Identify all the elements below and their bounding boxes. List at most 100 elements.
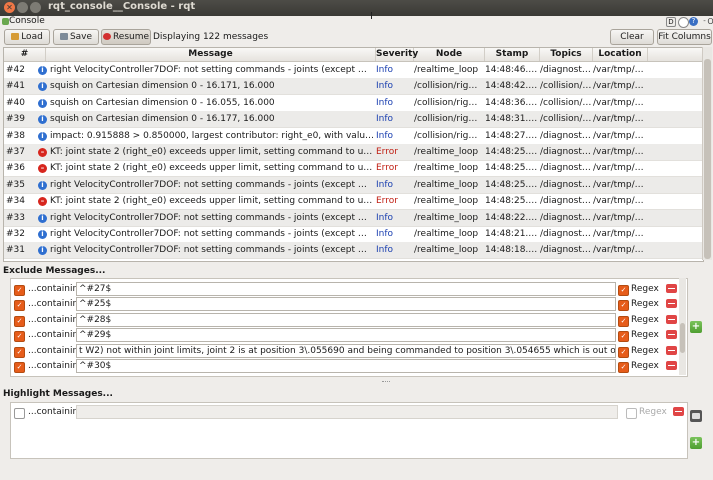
- column-header-node[interactable]: Node: [414, 48, 485, 61]
- dock-icon[interactable]: D: [666, 17, 676, 27]
- add-exclude-filter-icon[interactable]: +: [690, 321, 702, 333]
- remove-exclude-filter-icon[interactable]: [666, 284, 677, 293]
- column-header-stamp[interactable]: Stamp: [485, 48, 540, 61]
- row-number: #37: [6, 147, 25, 157]
- exclude-regex-checkbox[interactable]: ✓: [618, 346, 629, 358]
- close-plugin-icon[interactable]: O: [706, 17, 713, 26]
- highlight-regex-checkbox[interactable]: [626, 408, 637, 419]
- table-row[interactable]: #32 i right VelocityController7DOF: not se…: [4, 226, 703, 243]
- column-header-topics[interactable]: Topics: [540, 48, 593, 61]
- exclude-regex-checkbox[interactable]: ✓: [618, 331, 629, 343]
- row-topics: /diagnostic…: [540, 179, 593, 190]
- message-table[interactable]: # Message Severity Node Stamp Topics Loc…: [3, 47, 704, 262]
- exclude-scrollbar[interactable]: [679, 278, 686, 375]
- row-location: /var/tmp/p…: [593, 163, 646, 174]
- table-row[interactable]: #38 i impact: 0.915888 > 0.850000, largest…: [4, 128, 703, 145]
- window-titlebar: ✕ rqt_console__Console - rqt: [0, 0, 713, 16]
- reload-icon[interactable]: [678, 17, 689, 28]
- load-button[interactable]: Load: [4, 29, 50, 45]
- highlight-filter-list: ...containing: Regex: [10, 402, 688, 459]
- exclude-filter-checkbox[interactable]: ✓: [14, 285, 25, 296]
- column-header-severity[interactable]: Severity: [376, 48, 418, 61]
- row-number: #33: [6, 212, 25, 223]
- row-severity: Info: [376, 130, 394, 141]
- exclude-filter-input[interactable]: ^#28$: [76, 312, 616, 327]
- table-scrollbar[interactable]: [702, 47, 712, 260]
- window-title: rqt_console__Console - rqt: [48, 1, 196, 12]
- row-node: /realtime_loop: [414, 212, 479, 223]
- exclude-filter-input[interactable]: ^#29$: [76, 328, 616, 343]
- row-stamp: 14:48:18.48…: [485, 245, 538, 256]
- column-header-location[interactable]: Location: [593, 48, 648, 61]
- window-minimize-icon[interactable]: [17, 2, 28, 13]
- exclude-scroll-thumb[interactable]: [680, 323, 685, 353]
- row-severity: Info: [376, 114, 394, 125]
- row-message: squish on Cartesian dimension 0 - 16.177…: [50, 114, 275, 125]
- highlight-filter-checkbox[interactable]: [14, 408, 25, 419]
- exclude-filter-input[interactable]: ^#27$: [76, 282, 616, 296]
- exclude-regex-label: Regex: [631, 330, 659, 341]
- exclude-filter-checkbox[interactable]: ✓: [14, 315, 25, 327]
- column-header-message[interactable]: Message: [46, 48, 376, 61]
- resume-label: Resume: [112, 32, 150, 42]
- exclude-filter-input[interactable]: ^#30$: [76, 359, 616, 373]
- window-close-icon[interactable]: ✕: [4, 2, 15, 13]
- table-row[interactable]: #42 i right VelocityController7DOF: not se…: [4, 62, 703, 79]
- exclude-regex-checkbox[interactable]: ✓: [618, 315, 629, 327]
- exclude-regex-checkbox[interactable]: ✓: [618, 300, 629, 312]
- table-scroll-thumb[interactable]: [704, 59, 711, 259]
- row-number: #40: [6, 97, 25, 108]
- table-row[interactable]: #33 i right VelocityController7DOF: not se…: [4, 209, 703, 227]
- plugin-title: Console: [9, 16, 45, 26]
- table-row[interactable]: #37 – KT: joint state 2 (right_e0) exceeds…: [4, 144, 703, 161]
- table-row[interactable]: #36 – KT: joint state 2 (right_e0) exceeds…: [4, 160, 703, 178]
- save-button[interactable]: Save: [53, 29, 99, 45]
- table-row[interactable]: #39 i squish on Cartesian dimension 0 - 16…: [4, 111, 703, 129]
- exclude-filter-checkbox[interactable]: ✓: [14, 300, 25, 312]
- row-location: /var/tmp/p…: [593, 212, 646, 223]
- exclude-filter-checkbox[interactable]: ✓: [14, 362, 25, 373]
- table-row[interactable]: #41 i squish on Cartesian dimension 0 - 16…: [4, 78, 703, 96]
- table-row[interactable]: #35 i right VelocityController7DOF: not se…: [4, 176, 703, 194]
- exclude-filter-input[interactable]: t W2) not within joint limits, joint 2 i…: [76, 343, 616, 358]
- help-icon[interactable]: ?: [689, 17, 698, 26]
- remove-exclude-filter-icon[interactable]: [666, 299, 677, 309]
- highlight-filter-input[interactable]: [76, 405, 618, 419]
- highlight-stop-icon[interactable]: [690, 410, 702, 422]
- exclude-section-title: Exclude Messages...: [3, 266, 106, 276]
- row-node: /realtime_loop: [414, 229, 479, 239]
- exclude-filter-input[interactable]: ^#25$: [76, 297, 616, 312]
- remove-exclude-filter-icon[interactable]: [666, 314, 677, 324]
- remove-exclude-filter-icon[interactable]: [666, 330, 677, 340]
- row-message: impact: 0.915888 > 0.850000, largest con…: [50, 130, 375, 141]
- resume-button[interactable]: Resume: [101, 29, 151, 45]
- highlight-regex-label: Regex: [639, 407, 667, 417]
- exclude-regex-checkbox[interactable]: ✓: [618, 285, 629, 296]
- row-stamp: 14:48:25.21…: [485, 147, 538, 157]
- add-highlight-filter-icon[interactable]: +: [690, 437, 702, 449]
- row-topics: /diagnostic…: [540, 212, 593, 223]
- remove-exclude-filter-icon[interactable]: [666, 345, 677, 355]
- row-location: /var/tmp/p…: [593, 196, 646, 207]
- splitter-handle[interactable]: [382, 381, 390, 384]
- exclude-filter-checkbox[interactable]: ✓: [14, 331, 25, 343]
- row-node: /collision/right/j…: [414, 81, 482, 92]
- clear-button[interactable]: Clear: [610, 29, 654, 45]
- row-topics: /collision/ri…: [540, 97, 593, 108]
- table-row[interactable]: #31 i right VelocityController7DOF: not se…: [4, 242, 703, 260]
- row-number: #41: [6, 81, 25, 92]
- window-maximize-icon[interactable]: [30, 2, 41, 13]
- table-row[interactable]: #40 i squish on Cartesian dimension 0 - 16…: [4, 95, 703, 112]
- remove-exclude-filter-icon[interactable]: [666, 361, 677, 370]
- row-node: /realtime_loop: [414, 163, 479, 174]
- exclude-regex-label: Regex: [631, 299, 659, 310]
- remove-highlight-filter-icon[interactable]: [673, 407, 684, 416]
- exclude-regex-checkbox[interactable]: ✓: [618, 362, 629, 373]
- table-row[interactable]: #34 – KT: joint state 2 (right_e0) exceeds…: [4, 193, 703, 211]
- column-header-number[interactable]: #: [4, 48, 46, 61]
- row-location: /var/tmp/p…: [593, 147, 646, 157]
- fit-columns-button[interactable]: Fit Columns: [657, 29, 712, 45]
- exclude-filter-checkbox[interactable]: ✓: [14, 346, 25, 358]
- row-location: /var/tmp/p…: [593, 130, 646, 141]
- exclude-filter-list: ✓ ...containing: ^#27$ ✓ Regex ✓ ...containing…: [10, 278, 688, 377]
